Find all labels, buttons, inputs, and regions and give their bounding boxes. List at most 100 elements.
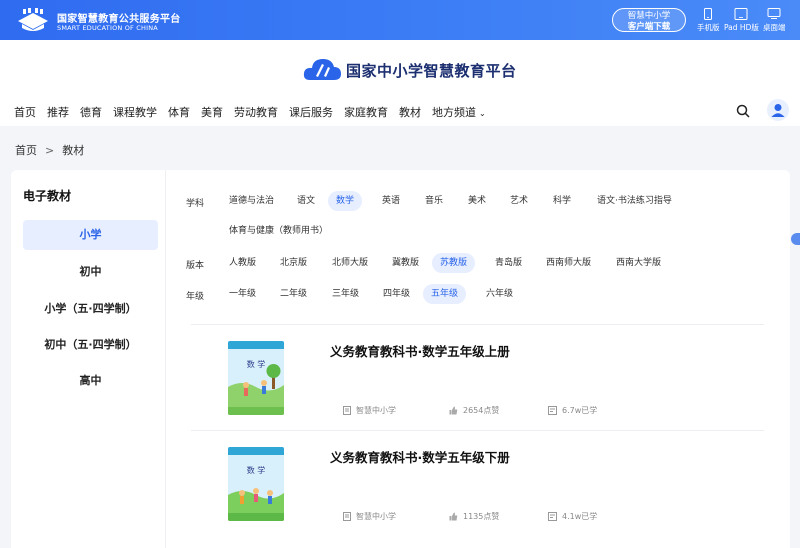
subject-chip-active[interactable]: 数学 bbox=[328, 191, 363, 211]
edition-label: 版本 bbox=[186, 261, 205, 271]
nav-family[interactable]: 家庭教育 bbox=[344, 104, 388, 120]
edition-chip[interactable]: 青岛版 bbox=[487, 253, 530, 273]
desktop-icon bbox=[767, 8, 781, 19]
nav-textbooks[interactable]: 教材 bbox=[399, 104, 421, 120]
subject-label: 学科 bbox=[186, 199, 205, 209]
platform-name-en: SMART EDUCATION OF CHINA bbox=[57, 24, 158, 32]
main-nav: 首页 推荐 德育 课程教学 体育 美育 劳动教育 课后服务 家庭教育 教材 地方… bbox=[14, 104, 497, 120]
edition-chip[interactable]: 北师大版 bbox=[324, 253, 376, 273]
subject-chip[interactable]: 道德与法治 bbox=[221, 191, 282, 211]
book-source: 智慧中小学 bbox=[343, 511, 396, 522]
nav-arts[interactable]: 美育 bbox=[201, 104, 223, 120]
book-source-text: 智慧中小学 bbox=[356, 512, 396, 521]
platform-logo-icon[interactable] bbox=[14, 7, 52, 33]
subject-chip[interactable]: 美术 bbox=[460, 191, 494, 211]
nav-local-label: 地方频道 bbox=[432, 106, 476, 119]
cover-title: 数 学 bbox=[247, 465, 266, 475]
book-source-text: 智慧中小学 bbox=[356, 406, 396, 415]
device-phone[interactable]: 手机版 bbox=[697, 8, 720, 33]
subject-chip[interactable]: 艺术 bbox=[502, 191, 536, 211]
book-learners: 6.7w已学 bbox=[548, 405, 597, 416]
site-header: 国家中小学智慧教育平台 首页 推荐 德育 课程教学 体育 美育 劳动教育 课后服… bbox=[0, 40, 800, 126]
phone-icon bbox=[704, 8, 713, 20]
book-learners-text: 6.7w已学 bbox=[562, 406, 598, 415]
document-icon bbox=[343, 512, 351, 521]
book-title[interactable]: 义务教育教科书·数学五年级上册 bbox=[330, 341, 510, 360]
edition-chip[interactable]: 西南大学版 bbox=[608, 253, 669, 273]
book-title[interactable]: 义务教育教科书·数学五年级下册 bbox=[330, 447, 510, 466]
download-line2: 客户端下载 bbox=[627, 22, 671, 32]
sidebar-item-junior-54[interactable]: 初中（五·四学制） bbox=[23, 330, 158, 360]
study-icon bbox=[548, 512, 557, 521]
subject-chip[interactable]: 语文 bbox=[289, 191, 323, 211]
breadcrumb-separator: > bbox=[45, 144, 55, 157]
device-label: Pad HD版 bbox=[724, 23, 759, 32]
grade-chip[interactable]: 三年级 bbox=[324, 284, 367, 304]
sidebar-item-junior[interactable]: 初中 bbox=[23, 257, 158, 287]
nav-labor[interactable]: 劳动教育 bbox=[234, 104, 278, 120]
search-icon[interactable] bbox=[736, 104, 750, 118]
grade-chip-active[interactable]: 五年级 bbox=[423, 284, 467, 304]
grade-chip[interactable]: 六年级 bbox=[478, 284, 521, 304]
textbook-panel: 电子教材 小学 初中 小学（五·四学制） 初中（五·四学制） 高中 学科 道德与… bbox=[11, 170, 790, 548]
book-likes: 1135点赞 bbox=[449, 511, 499, 522]
platform-name: 国家智慧教育公共服务平台 bbox=[57, 14, 181, 25]
book-learners-text: 4.1w已学 bbox=[562, 512, 598, 521]
sidebar-title: 电子教材 bbox=[23, 189, 72, 203]
book-cover-image[interactable]: 数 学 bbox=[228, 341, 284, 415]
document-icon bbox=[343, 406, 351, 415]
book-likes-text: 1135点赞 bbox=[463, 512, 500, 521]
user-icon bbox=[771, 104, 785, 117]
sidebar-item-primary[interactable]: 小学 bbox=[23, 220, 158, 250]
book-likes: 2654点赞 bbox=[449, 405, 499, 416]
breadcrumb-current: 教材 bbox=[62, 144, 85, 157]
download-line1: 智慧中小学 bbox=[627, 11, 671, 21]
grade-chip[interactable]: 四年级 bbox=[375, 284, 418, 304]
grade-chip[interactable]: 二年级 bbox=[272, 284, 315, 304]
book-item[interactable]: 数 学 义务教育教科书·数学五年级下册 智慧中小学 1135点赞 4.1w已学 bbox=[191, 431, 764, 535]
breadcrumb: 首页 > 教材 bbox=[15, 142, 84, 158]
site-logo-icon[interactable] bbox=[302, 54, 342, 86]
thumbs-up-icon bbox=[449, 406, 458, 415]
nav-sports[interactable]: 体育 bbox=[168, 104, 190, 120]
sidebar-item-senior[interactable]: 高中 bbox=[23, 366, 158, 396]
book-source: 智慧中小学 bbox=[343, 405, 396, 416]
book-likes-text: 2654点赞 bbox=[463, 406, 500, 415]
device-label: 手机版 bbox=[697, 23, 720, 32]
nav-home[interactable]: 首页 bbox=[14, 104, 36, 120]
user-avatar[interactable] bbox=[767, 99, 789, 121]
device-pad[interactable]: Pad HD版 bbox=[724, 8, 759, 33]
grade-chip[interactable]: 一年级 bbox=[221, 284, 264, 304]
edition-chip-active[interactable]: 苏教版 bbox=[432, 253, 476, 273]
edition-chip[interactable]: 北京版 bbox=[272, 253, 315, 273]
book-item[interactable]: 数 学 义务教育教科书·数学五年级上册 智慧中小学 2654点赞 6.7w已学 bbox=[191, 325, 764, 429]
subject-chip[interactable]: 体育与健康（教师用书） bbox=[221, 221, 336, 241]
book-cover-image[interactable]: 数 学 bbox=[228, 447, 284, 521]
side-drawer-handle[interactable] bbox=[791, 233, 800, 245]
book-learners: 4.1w已学 bbox=[548, 511, 597, 522]
nav-courses[interactable]: 课程教学 bbox=[113, 104, 157, 120]
edition-chip[interactable]: 冀教版 bbox=[384, 253, 427, 273]
thumbs-up-icon bbox=[449, 512, 458, 521]
nav-recommend[interactable]: 推荐 bbox=[47, 104, 69, 120]
device-desktop[interactable]: 桌面端 bbox=[763, 8, 786, 33]
site-title: 国家中小学智慧教育平台 bbox=[346, 62, 517, 80]
client-download-button[interactable]: 智慧中小学 客户端下载 bbox=[612, 8, 686, 32]
breadcrumb-home[interactable]: 首页 bbox=[15, 144, 37, 157]
tablet-icon bbox=[734, 8, 748, 20]
study-icon bbox=[548, 406, 557, 415]
nav-moral[interactable]: 德育 bbox=[80, 104, 102, 120]
grade-label: 年级 bbox=[186, 292, 205, 302]
nav-local-channels[interactable]: 地方频道 ⌄ bbox=[432, 104, 486, 120]
edition-chip[interactable]: 西南师大版 bbox=[538, 253, 599, 273]
subject-chip[interactable]: 科学 bbox=[545, 191, 579, 211]
subject-chip[interactable]: 音乐 bbox=[417, 191, 451, 211]
device-label: 桌面端 bbox=[763, 23, 786, 32]
edition-chip[interactable]: 人教版 bbox=[221, 253, 264, 273]
top-bar: 国家智慧教育公共服务平台 SMART EDUCATION OF CHINA 智慧… bbox=[0, 0, 800, 40]
nav-after-school[interactable]: 课后服务 bbox=[289, 104, 333, 120]
stage-sidebar: 电子教材 小学 初中 小学（五·四学制） 初中（五·四学制） 高中 bbox=[11, 170, 166, 548]
sidebar-item-primary-54[interactable]: 小学（五·四学制） bbox=[23, 294, 158, 324]
subject-chip[interactable]: 英语 bbox=[374, 191, 408, 211]
subject-chip[interactable]: 语文·书法练习指导 bbox=[589, 191, 680, 211]
